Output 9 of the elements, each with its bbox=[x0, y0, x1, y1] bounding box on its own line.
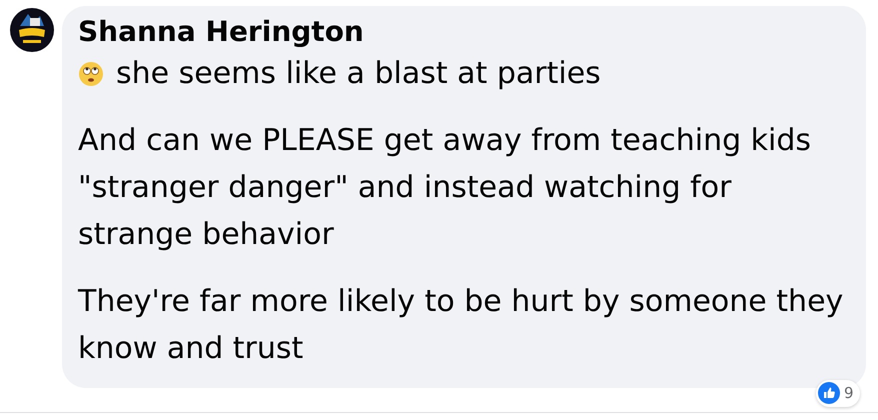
comment-text: And can we PLEASE get away from teaching kids "stranger danger" and instead watching for strange behavior bbox=[78, 122, 812, 254]
author-name[interactable]: Shanna Herington bbox=[78, 14, 850, 50]
thumbs-up-icon bbox=[818, 382, 840, 404]
eye-roll-emoji-icon bbox=[78, 60, 104, 86]
reaction-badge[interactable]: 9 bbox=[816, 380, 860, 406]
comment-text: They're far more likely to be hurt by someone they know and trust bbox=[78, 283, 844, 368]
comment-text: she seems like a blast at parties bbox=[116, 55, 601, 93]
reaction-count: 9 bbox=[844, 383, 854, 404]
avatar[interactable] bbox=[10, 8, 54, 52]
